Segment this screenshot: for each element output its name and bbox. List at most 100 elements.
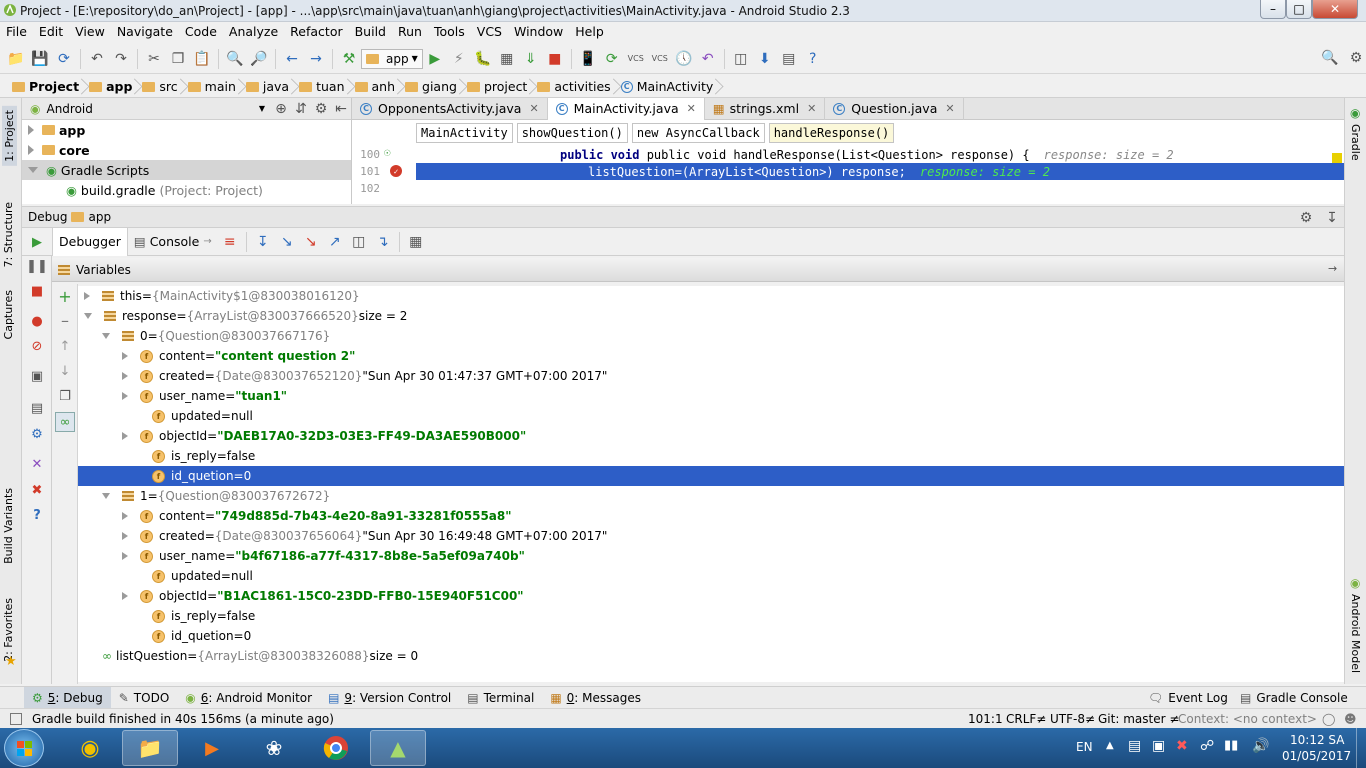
- remove-watch-icon[interactable]: –: [57, 311, 73, 330]
- tool-tab-messages[interactable]: ▦ 0: Messages: [542, 687, 649, 709]
- stop-icon[interactable]: ■: [546, 50, 564, 68]
- variable-row[interactable]: f user_name = "b4f67186-a77f-4317-8b8e-5…: [78, 546, 1344, 566]
- method-crumb-mainactivity[interactable]: MainActivity: [416, 123, 513, 143]
- expand-arrow-icon[interactable]: [84, 292, 90, 300]
- taskbar-app-garena[interactable]: ◉: [62, 730, 118, 766]
- tool-tab-structure[interactable]: 7: Structure: [2, 202, 15, 267]
- lock-icon[interactable]: ◯: [1322, 712, 1335, 726]
- help-icon[interactable]: ?: [804, 50, 822, 68]
- tool-tab-android-monitor[interactable]: ◉ 6: Android Monitor: [177, 687, 320, 709]
- menu-edit[interactable]: Edit: [33, 22, 69, 42]
- project-structure-icon[interactable]: ◫: [732, 50, 750, 68]
- tool-tab-todo[interactable]: ✎ TODO: [111, 687, 178, 709]
- search-everywhere-icon[interactable]: 🔍: [1321, 49, 1339, 67]
- menu-window[interactable]: Window: [508, 22, 569, 42]
- close-button[interactable]: ✕: [1312, 0, 1358, 19]
- crumb-activities[interactable]: activities: [533, 76, 616, 98]
- sync-icon[interactable]: ⟳: [55, 50, 73, 68]
- tree-item-core[interactable]: core: [22, 140, 351, 160]
- taskbar-app-media-player[interactable]: ▶: [184, 730, 240, 766]
- taskbar-app-explorer[interactable]: 📁: [122, 730, 178, 766]
- tab-opponentsactivity[interactable]: C OpponentsActivity.java ✕: [352, 97, 548, 120]
- paste-icon[interactable]: 📋: [193, 50, 211, 68]
- avd-manager-icon[interactable]: 📱: [579, 50, 597, 68]
- move-up-icon[interactable]: ↑: [57, 338, 73, 354]
- tool-tab-build-variants[interactable]: Build Variants: [2, 488, 15, 564]
- tray-icon[interactable]: ✖: [1176, 738, 1188, 754]
- pause-icon[interactable]: ❚❚: [26, 258, 48, 274]
- crumb-project[interactable]: Project: [8, 76, 85, 98]
- taskbar-app-unikey[interactable]: ❀: [246, 730, 302, 766]
- tool-tab-captures[interactable]: Captures: [2, 290, 15, 339]
- variable-row[interactable]: f updated = null: [78, 406, 1344, 426]
- code-line-current[interactable]: 101 ✓ listQuestion=(ArrayList<Question>)…: [352, 163, 1344, 180]
- gear-icon[interactable]: ⚙: [29, 426, 45, 442]
- taskbar-app-android-studio[interactable]: ▲: [370, 730, 426, 766]
- variable-row[interactable]: f updated = null: [78, 566, 1344, 586]
- vcs-revert-icon[interactable]: ↶: [699, 50, 717, 68]
- variable-row[interactable]: this = {MainActivity$1@830038016120}: [78, 286, 1344, 306]
- crumb-app[interactable]: app: [85, 76, 138, 98]
- evaluate-expression-icon[interactable]: ▦: [407, 233, 425, 251]
- tab-console[interactable]: ▤ Console →: [128, 228, 218, 256]
- camera-icon[interactable]: ▣: [29, 368, 45, 384]
- variable-row[interactable]: f created = {Date@830037656064} "Sun Apr…: [78, 526, 1344, 546]
- variable-row[interactable]: f created = {Date@830037652120} "Sun Apr…: [78, 366, 1344, 386]
- tree-item-build-gradle[interactable]: ◉ build.gradle (Project: Project): [22, 180, 351, 200]
- variable-row[interactable]: f is_reply = false: [78, 606, 1344, 626]
- variable-row[interactable]: f content = "749d885d-7b43-4e20-8a91-332…: [78, 506, 1344, 526]
- minimize-button[interactable]: –: [1260, 0, 1286, 19]
- run-config-select[interactable]: app ▼: [361, 48, 423, 69]
- tool-tab-project[interactable]: 1: Project: [2, 106, 17, 166]
- menu-build[interactable]: Build: [349, 22, 392, 42]
- method-crumb-handleresponse[interactable]: handleResponse(): [768, 123, 895, 143]
- volume-icon[interactable]: 🔊: [1252, 738, 1269, 754]
- restore-icon[interactable]: →: [1328, 262, 1337, 275]
- gear-icon[interactable]: ⚙: [1347, 49, 1365, 67]
- variable-row-selected[interactable]: f id_quetion = 0: [78, 466, 1344, 486]
- restore-layout-icon[interactable]: ▤: [29, 400, 45, 416]
- collapse-arrow-icon[interactable]: [102, 493, 110, 499]
- make-project-icon[interactable]: ⚒: [340, 50, 358, 68]
- close-tab-icon[interactable]: ✕: [807, 102, 816, 115]
- vcs-update-icon[interactable]: VCS: [627, 50, 645, 68]
- step-over-icon[interactable]: ↧: [254, 233, 272, 251]
- tab-mainactivity[interactable]: C MainActivity.java ✕: [547, 97, 705, 120]
- hide-icon[interactable]: ⇤: [334, 100, 348, 118]
- gradle-sync-icon[interactable]: ⟳: [603, 50, 621, 68]
- variable-row[interactable]: f objectId = "B1AC1861-15C0-23DD-FFB0-15…: [78, 586, 1344, 606]
- variable-row[interactable]: f is_reply = false: [78, 446, 1344, 466]
- taskbar-app-chrome[interactable]: [308, 730, 364, 766]
- inspection-marker-icon[interactable]: [1332, 153, 1342, 163]
- code-line[interactable]: 102: [352, 180, 1344, 197]
- vcs-history-icon[interactable]: 🕔: [675, 50, 693, 68]
- expand-arrow-icon[interactable]: [28, 125, 34, 135]
- tab-question[interactable]: C Question.java ✕: [825, 97, 964, 120]
- expand-arrow-icon[interactable]: [28, 145, 34, 155]
- expand-arrow-icon[interactable]: [122, 552, 128, 560]
- variable-row[interactable]: response = {ArrayList@830037666520} size…: [78, 306, 1344, 326]
- variable-row[interactable]: f objectId = "DAEB17A0-32D3-03E3-FF49-DA…: [78, 426, 1344, 446]
- app-tray-icon[interactable]: ▣: [1152, 738, 1165, 754]
- show-execution-point-icon[interactable]: ≡: [221, 233, 239, 251]
- menu-file[interactable]: File: [0, 22, 33, 42]
- cut-icon[interactable]: ✂: [145, 50, 163, 68]
- collapse-arrow-icon[interactable]: [28, 167, 38, 173]
- hide-icon[interactable]: ↧: [1323, 209, 1341, 227]
- find-icon[interactable]: 🔍: [226, 50, 244, 68]
- start-button[interactable]: [4, 729, 44, 767]
- tab-strings-xml[interactable]: ▦ strings.xml ✕: [705, 97, 826, 120]
- crumb-tuan[interactable]: tuan: [295, 76, 350, 98]
- resume-icon[interactable]: ▶: [29, 234, 45, 250]
- coverage-icon[interactable]: ▦: [498, 50, 516, 68]
- help-icon[interactable]: ?: [29, 507, 45, 523]
- clock-time[interactable]: 10:12 SA: [1290, 733, 1344, 747]
- line-separator[interactable]: CRLF≠: [1006, 712, 1046, 726]
- copy-icon[interactable]: ❐: [169, 50, 187, 68]
- variable-row[interactable]: ∞ listQuestion = {ArrayList@830038326088…: [78, 646, 1344, 666]
- tree-item-gradle-scripts[interactable]: ◉ Gradle Scripts: [22, 160, 351, 180]
- crumb-giang[interactable]: giang: [401, 76, 463, 98]
- tab-debugger[interactable]: Debugger: [52, 227, 128, 256]
- android-monitor-icon[interactable]: ▤: [780, 50, 798, 68]
- collapse-arrow-icon[interactable]: [102, 333, 110, 339]
